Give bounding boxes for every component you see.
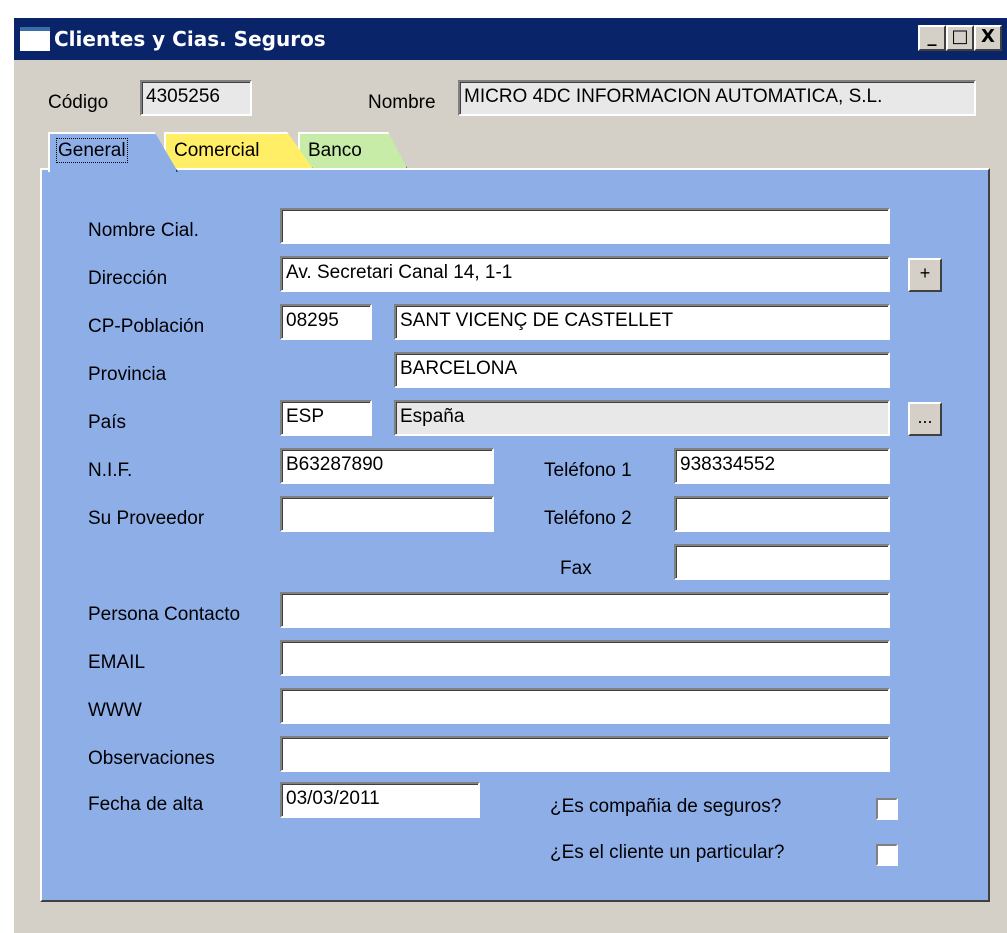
telefono2-label: Teléfono 2 (544, 508, 632, 529)
direccion-field[interactable]: Av. Secretari Canal 14, 1-1 (280, 256, 890, 292)
pais-name-field[interactable]: España (394, 400, 890, 436)
pais-lookup-button[interactable]: ... (908, 402, 942, 436)
persona-contacto-field[interactable] (280, 592, 890, 628)
fax-label: Fax (560, 558, 592, 579)
es-compania-label: ¿Es compañia de seguros? (550, 796, 782, 817)
nombre-field[interactable]: MICRO 4DC INFORMACION AUTOMATICA, S.L. (458, 80, 976, 116)
poblacion-field[interactable]: SANT VICENÇ DE CASTELLET (394, 304, 890, 340)
general-panel: Nombre Cial. Dirección Av. Secretari Can… (40, 168, 990, 902)
nombre-cial-field[interactable] (280, 208, 890, 244)
fax-field[interactable] (674, 544, 890, 580)
clientes-window: Clientes y Cias. Seguros _ □ X Código 43… (12, 16, 1007, 933)
www-field[interactable] (280, 688, 890, 724)
maximize-button[interactable]: □ (946, 25, 974, 51)
direccion-label: Dirección (88, 268, 168, 289)
cp-field[interactable]: 08295 (280, 304, 372, 340)
www-label: WWW (88, 700, 142, 721)
email-field[interactable] (280, 640, 890, 676)
tab-general-label: General (56, 138, 128, 163)
tab-banco-label: Banco (308, 140, 362, 161)
pais-code-field[interactable]: ESP (280, 400, 372, 436)
observaciones-label: Observaciones (88, 748, 215, 769)
add-direccion-button[interactable]: + (908, 258, 942, 292)
pais-label: País (88, 412, 127, 433)
su-proveedor-label: Su Proveedor (88, 508, 205, 529)
window-title: Clientes y Cias. Seguros (54, 27, 326, 51)
tab-comercial-label: Comercial (174, 140, 260, 161)
nif-field[interactable]: B63287890 (280, 448, 494, 484)
persona-contacto-label: Persona Contacto (88, 604, 241, 625)
codigo-field[interactable]: 4305256 (140, 80, 252, 116)
tab-comercial[interactable]: Comercial (164, 132, 314, 170)
es-compania-checkbox[interactable] (876, 798, 898, 820)
es-particular-checkbox[interactable] (876, 844, 898, 866)
tab-general[interactable]: General (48, 132, 178, 172)
nombre-label: Nombre (368, 92, 436, 113)
observaciones-field[interactable] (280, 736, 890, 772)
window-icon (20, 27, 50, 51)
nif-label: N.I.F. (88, 460, 133, 481)
telefono1-label: Teléfono 1 (544, 460, 632, 481)
title-bar[interactable]: Clientes y Cias. Seguros _ □ X (14, 18, 1007, 60)
telefono1-field[interactable]: 938334552 (674, 448, 890, 484)
fecha-alta-field[interactable]: 03/03/2011 (280, 782, 480, 818)
tab-banco[interactable]: Banco (298, 132, 408, 170)
provincia-label: Provincia (88, 364, 167, 385)
su-proveedor-field[interactable] (280, 496, 494, 532)
nombre-cial-label: Nombre Cial. (88, 220, 199, 241)
es-particular-label: ¿Es el cliente un particular? (550, 842, 785, 863)
fecha-alta-label: Fecha de alta (88, 794, 204, 815)
email-label: EMAIL (88, 652, 146, 673)
close-button[interactable]: X (974, 25, 1002, 51)
codigo-label: Código (48, 92, 109, 113)
provincia-field[interactable]: BARCELONA (394, 352, 890, 388)
telefono2-field[interactable] (674, 496, 890, 532)
cp-poblacion-label: CP-Población (88, 316, 205, 337)
minimize-button[interactable]: _ (918, 25, 946, 51)
